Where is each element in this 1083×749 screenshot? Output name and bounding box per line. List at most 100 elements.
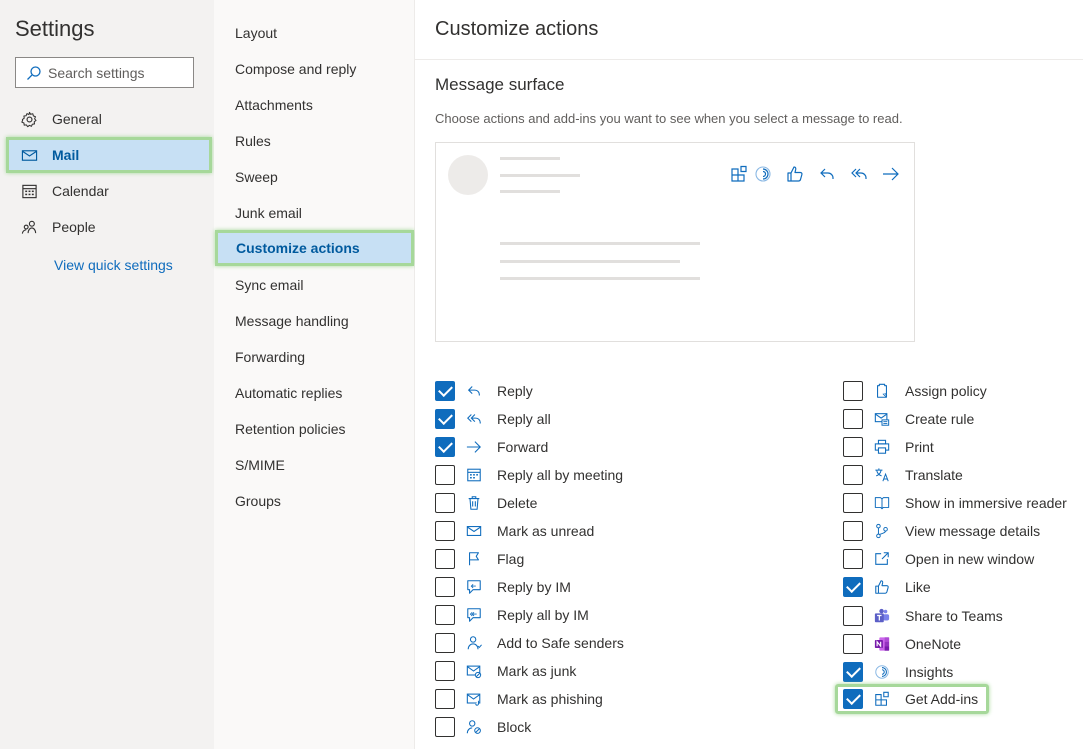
option-label: View message details	[905, 523, 1041, 539]
subnav-item-junk-email[interactable]: Junk email	[214, 195, 415, 231]
option-mark-as-junk[interactable]: Mark as junk	[435, 659, 576, 683]
share-to-teams-checkbox[interactable]	[843, 606, 863, 626]
reply-icon	[465, 382, 483, 400]
option-open-in-new-window[interactable]: Open in new window	[843, 547, 1034, 571]
chat-icon	[465, 578, 483, 596]
subnav-item-customize-actions[interactable]: Customize actions	[215, 230, 414, 266]
option-forward[interactable]: Forward	[435, 435, 548, 459]
delete-checkbox[interactable]	[435, 493, 455, 513]
block-checkbox[interactable]	[435, 717, 455, 737]
preview-action-icons	[728, 163, 912, 185]
onenote-checkbox[interactable]	[843, 634, 863, 654]
add-to-safe-senders-checkbox[interactable]	[435, 633, 455, 653]
get-add-ins-icon	[728, 163, 750, 185]
view-quick-settings-link[interactable]: View quick settings	[54, 257, 173, 273]
preview-line	[500, 174, 580, 177]
option-reply-all[interactable]: Reply all	[435, 407, 551, 431]
reply-all-icon	[848, 163, 870, 185]
assign-policy-checkbox[interactable]	[843, 381, 863, 401]
option-label: Reply	[497, 383, 533, 399]
option-flag[interactable]: Flag	[435, 547, 524, 571]
view-message-details-checkbox[interactable]	[843, 521, 863, 541]
option-get-add-ins[interactable]: Get Add-ins	[835, 684, 990, 714]
option-reply[interactable]: Reply	[435, 379, 533, 403]
subnav-item-attachments[interactable]: Attachments	[214, 87, 415, 123]
open-in-new-window-checkbox[interactable]	[843, 549, 863, 569]
forward-icon	[880, 163, 902, 185]
option-label: Open in new window	[905, 551, 1035, 567]
trash-icon	[465, 494, 483, 512]
option-reply-all-by-im[interactable]: Reply all by IM	[435, 603, 589, 627]
subnav-item-smime[interactable]: S/MIME	[214, 447, 415, 483]
person-add-icon	[465, 634, 483, 652]
mark-as-phishing-checkbox[interactable]	[435, 689, 455, 709]
subnav-item-retention-policies[interactable]: Retention policies	[214, 411, 415, 447]
option-mark-as-phishing[interactable]: Mark as phishing	[435, 687, 603, 711]
option-label: Flag	[497, 551, 525, 567]
show-in-immersive-reader-checkbox[interactable]	[843, 493, 863, 513]
insights-icon	[873, 663, 891, 681]
subnav-item-sweep[interactable]: Sweep	[214, 159, 415, 195]
mark-as-junk-checkbox[interactable]	[435, 661, 455, 681]
option-like[interactable]: Like	[843, 575, 931, 599]
reply-all-by-meeting-checkbox[interactable]	[435, 465, 455, 485]
subnav-item-message-handling[interactable]: Message handling	[214, 303, 415, 339]
search-icon	[27, 65, 41, 80]
create-rule-checkbox[interactable]	[843, 409, 863, 429]
option-mark-as-unread[interactable]: Mark as unread	[435, 519, 594, 543]
option-add-to-safe-senders[interactable]: Add to Safe senders	[435, 631, 624, 655]
preview-line	[500, 190, 560, 193]
option-label: Reply all	[497, 411, 551, 427]
nav-item-general[interactable]: General	[6, 104, 212, 134]
subnav-item-layout[interactable]: Layout	[214, 15, 415, 51]
search-box[interactable]	[15, 57, 194, 88]
option-reply-by-im[interactable]: Reply by IM	[435, 575, 571, 599]
reply-all-checkbox[interactable]	[435, 409, 455, 429]
forward-icon	[465, 438, 483, 456]
nav-item-mail[interactable]: Mail	[6, 137, 212, 173]
option-print[interactable]: Print	[843, 435, 934, 459]
print-checkbox[interactable]	[843, 437, 863, 457]
option-label: Reply all by IM	[497, 607, 589, 623]
option-show-in-immersive-reader[interactable]: Show in immersive reader	[843, 491, 1067, 515]
mark-as-unread-checkbox[interactable]	[435, 521, 455, 541]
chat-icon	[465, 606, 483, 624]
option-delete[interactable]: Delete	[435, 491, 537, 515]
subnav-item-rules[interactable]: Rules	[214, 123, 415, 159]
like-checkbox[interactable]	[843, 577, 863, 597]
option-view-message-details[interactable]: View message details	[843, 519, 1040, 543]
option-label: Mark as junk	[497, 663, 577, 679]
option-assign-policy[interactable]: Assign policy	[843, 379, 987, 403]
option-translate[interactable]: Translate	[843, 463, 963, 487]
subnav-item-automatic-replies[interactable]: Automatic replies	[214, 375, 415, 411]
subnav-item-compose-and-reply[interactable]: Compose and reply	[214, 51, 415, 87]
teams-icon	[873, 607, 891, 625]
preview-line	[500, 277, 700, 280]
subnav-item-sync-email[interactable]: Sync email	[214, 267, 415, 303]
option-reply-all-by-meeting[interactable]: Reply all by meeting	[435, 463, 623, 487]
subnav-item-forwarding[interactable]: Forwarding	[214, 339, 415, 375]
translate-checkbox[interactable]	[843, 465, 863, 485]
settings-nav-pane: Settings General Mail Calendar People Vi…	[0, 0, 214, 749]
reply-all-by-im-checkbox[interactable]	[435, 605, 455, 625]
flag-checkbox[interactable]	[435, 549, 455, 569]
option-create-rule[interactable]: Create rule	[843, 407, 974, 431]
reply-by-im-checkbox[interactable]	[435, 577, 455, 597]
get-add-ins-icon	[873, 690, 891, 708]
gear-icon	[20, 110, 38, 128]
option-label: Forward	[497, 439, 549, 455]
get-add-ins-checkbox[interactable]	[843, 689, 863, 709]
option-share-to-teams[interactable]: Share to Teams	[843, 604, 1003, 628]
subnav-item-groups[interactable]: Groups	[214, 483, 415, 519]
option-block[interactable]: Block	[435, 715, 531, 739]
forward-checkbox[interactable]	[435, 437, 455, 457]
option-onenote[interactable]: OneNote	[843, 632, 961, 656]
insights-checkbox[interactable]	[843, 662, 863, 682]
option-insights[interactable]: Insights	[843, 660, 953, 684]
reply-checkbox[interactable]	[435, 381, 455, 401]
nav-item-people[interactable]: People	[6, 212, 212, 242]
option-label: Mark as phishing	[497, 691, 603, 707]
policy-icon	[873, 382, 891, 400]
nav-item-calendar[interactable]: Calendar	[6, 176, 212, 206]
search-input[interactable]	[48, 64, 188, 81]
